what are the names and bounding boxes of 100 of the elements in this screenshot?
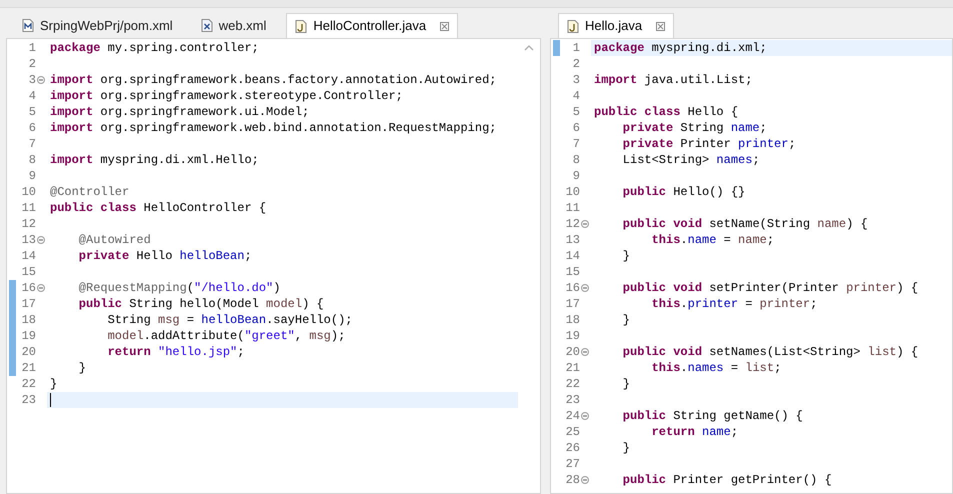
code-line: public String getName() { [622,408,803,424]
line-number: 7 [572,136,580,153]
line-number: 17 [20,296,36,313]
line-number: 28 [564,472,580,489]
line-number: 24 [564,408,580,425]
line-number: 11 [20,200,36,217]
code-line: public void setNames(List<String> list) { [622,344,918,360]
xml-file-icon [200,19,213,32]
code-line: package myspring.di.xml; [593,40,767,56]
fold-icon[interactable] [581,220,589,228]
editor-tab[interactable]: Hello.java [558,13,674,38]
code-line: return "hello.jsp"; [106,344,244,360]
line-number: 13 [20,232,36,249]
line-number: 18 [20,312,36,329]
code-line: return name; [650,424,738,440]
editor-tab[interactable]: SrpingWebPrj/pom.xml [14,13,181,38]
editor-tab[interactable]: web.xml [192,13,274,38]
line-number: 21 [20,360,36,377]
line-number: 6 [28,120,36,137]
line-number: 15 [564,264,580,281]
line-number: 10 [20,184,36,201]
line-number: 19 [564,328,580,345]
line-number: 12 [20,216,36,233]
text-cursor [50,393,51,407]
line-number: 8 [28,152,36,169]
line-number: 5 [572,104,580,121]
line-number: 3 [28,72,36,89]
code-line: this.name = name; [650,232,774,248]
code-editor[interactable] [6,38,541,494]
line-number: 12 [564,216,580,233]
code-line: @RequestMapping("/hello.do") [78,280,280,296]
line-number: 1 [28,40,36,57]
code-line: public void setName(String name) { [622,216,868,232]
fold-icon[interactable] [581,412,589,420]
line-number: 13 [564,232,580,249]
line-number: 9 [572,168,580,185]
close-icon[interactable] [440,22,450,30]
line-number: 26 [564,440,580,457]
line-number: 16 [564,280,580,297]
code-line: List<String> names; [622,152,760,168]
line-number: 27 [564,456,580,473]
fold-icon[interactable] [37,284,45,292]
fold-icon[interactable] [37,236,45,244]
code-editor[interactable] [550,38,953,494]
line-number: 10 [564,184,580,201]
fold-icon[interactable] [37,76,45,84]
line-number: 25 [564,424,580,441]
line-number: 22 [564,376,580,393]
java-file-icon [295,20,308,32]
line-number: 17 [564,296,580,313]
line-number: 9 [28,168,36,185]
fold-icon[interactable] [581,476,589,484]
line-number: 19 [20,328,36,345]
code-line: String msg = helloBean.sayHello(); [106,312,352,328]
line-number: 11 [564,200,580,217]
line-number: 8 [572,152,580,169]
maven-file-icon [22,19,34,32]
line-number: 2 [28,56,36,73]
line-number: 2 [572,56,580,73]
code-line: public String hello(Model model) { [78,296,324,312]
line-number: 21 [564,360,580,377]
code-line: public Printer getPrinter() { [622,472,832,488]
fold-icon[interactable] [581,348,589,356]
line-number: 23 [564,392,580,409]
line-number: 16 [20,280,36,297]
code-line: import java.util.List; [593,72,752,88]
line-number: 6 [572,120,580,137]
fold-icon[interactable] [581,284,589,292]
code-line: @Controller [49,184,130,200]
code-line: package my.spring.controller; [49,40,259,56]
line-number: 4 [28,88,36,105]
line-number: 7 [28,136,36,153]
close-icon[interactable] [656,22,666,30]
code-line: private Hello helloBean; [78,248,252,264]
code-line: public class HelloController { [49,200,266,216]
line-number: 18 [564,312,580,329]
code-line: import org.springframework.web.bind.annotation.RequestMapping; [49,120,496,136]
code-line: public Hello() {} [622,184,746,200]
code-line: private String name; [622,120,767,136]
line-number: 20 [20,344,36,361]
code-line: this.names = list; [650,360,782,376]
code-line: this.printer = printer; [650,296,818,312]
code-line: public class Hello { [593,104,738,120]
line-number: 14 [564,248,580,265]
code-line: } [622,248,630,264]
line-number: 20 [564,344,580,361]
code-line: import myspring.di.xml.Hello; [49,152,259,168]
code-line: import org.springframework.stereotype.Controller; [49,88,403,104]
line-number: 14 [20,248,36,265]
code-line: private Printer printer; [622,136,796,152]
java-file-icon [567,20,579,32]
line-number: 4 [572,88,580,105]
editor-tab[interactable]: HelloController.java [286,13,458,38]
code-line: public void setPrinter(Printer printer) { [622,280,918,296]
line-number: 22 [20,376,36,393]
code-line: } [622,440,630,456]
code-line: @Autowired [78,232,151,248]
line-number: 15 [20,264,36,281]
line-number: 1 [572,40,580,57]
line-number: 23 [20,392,36,409]
